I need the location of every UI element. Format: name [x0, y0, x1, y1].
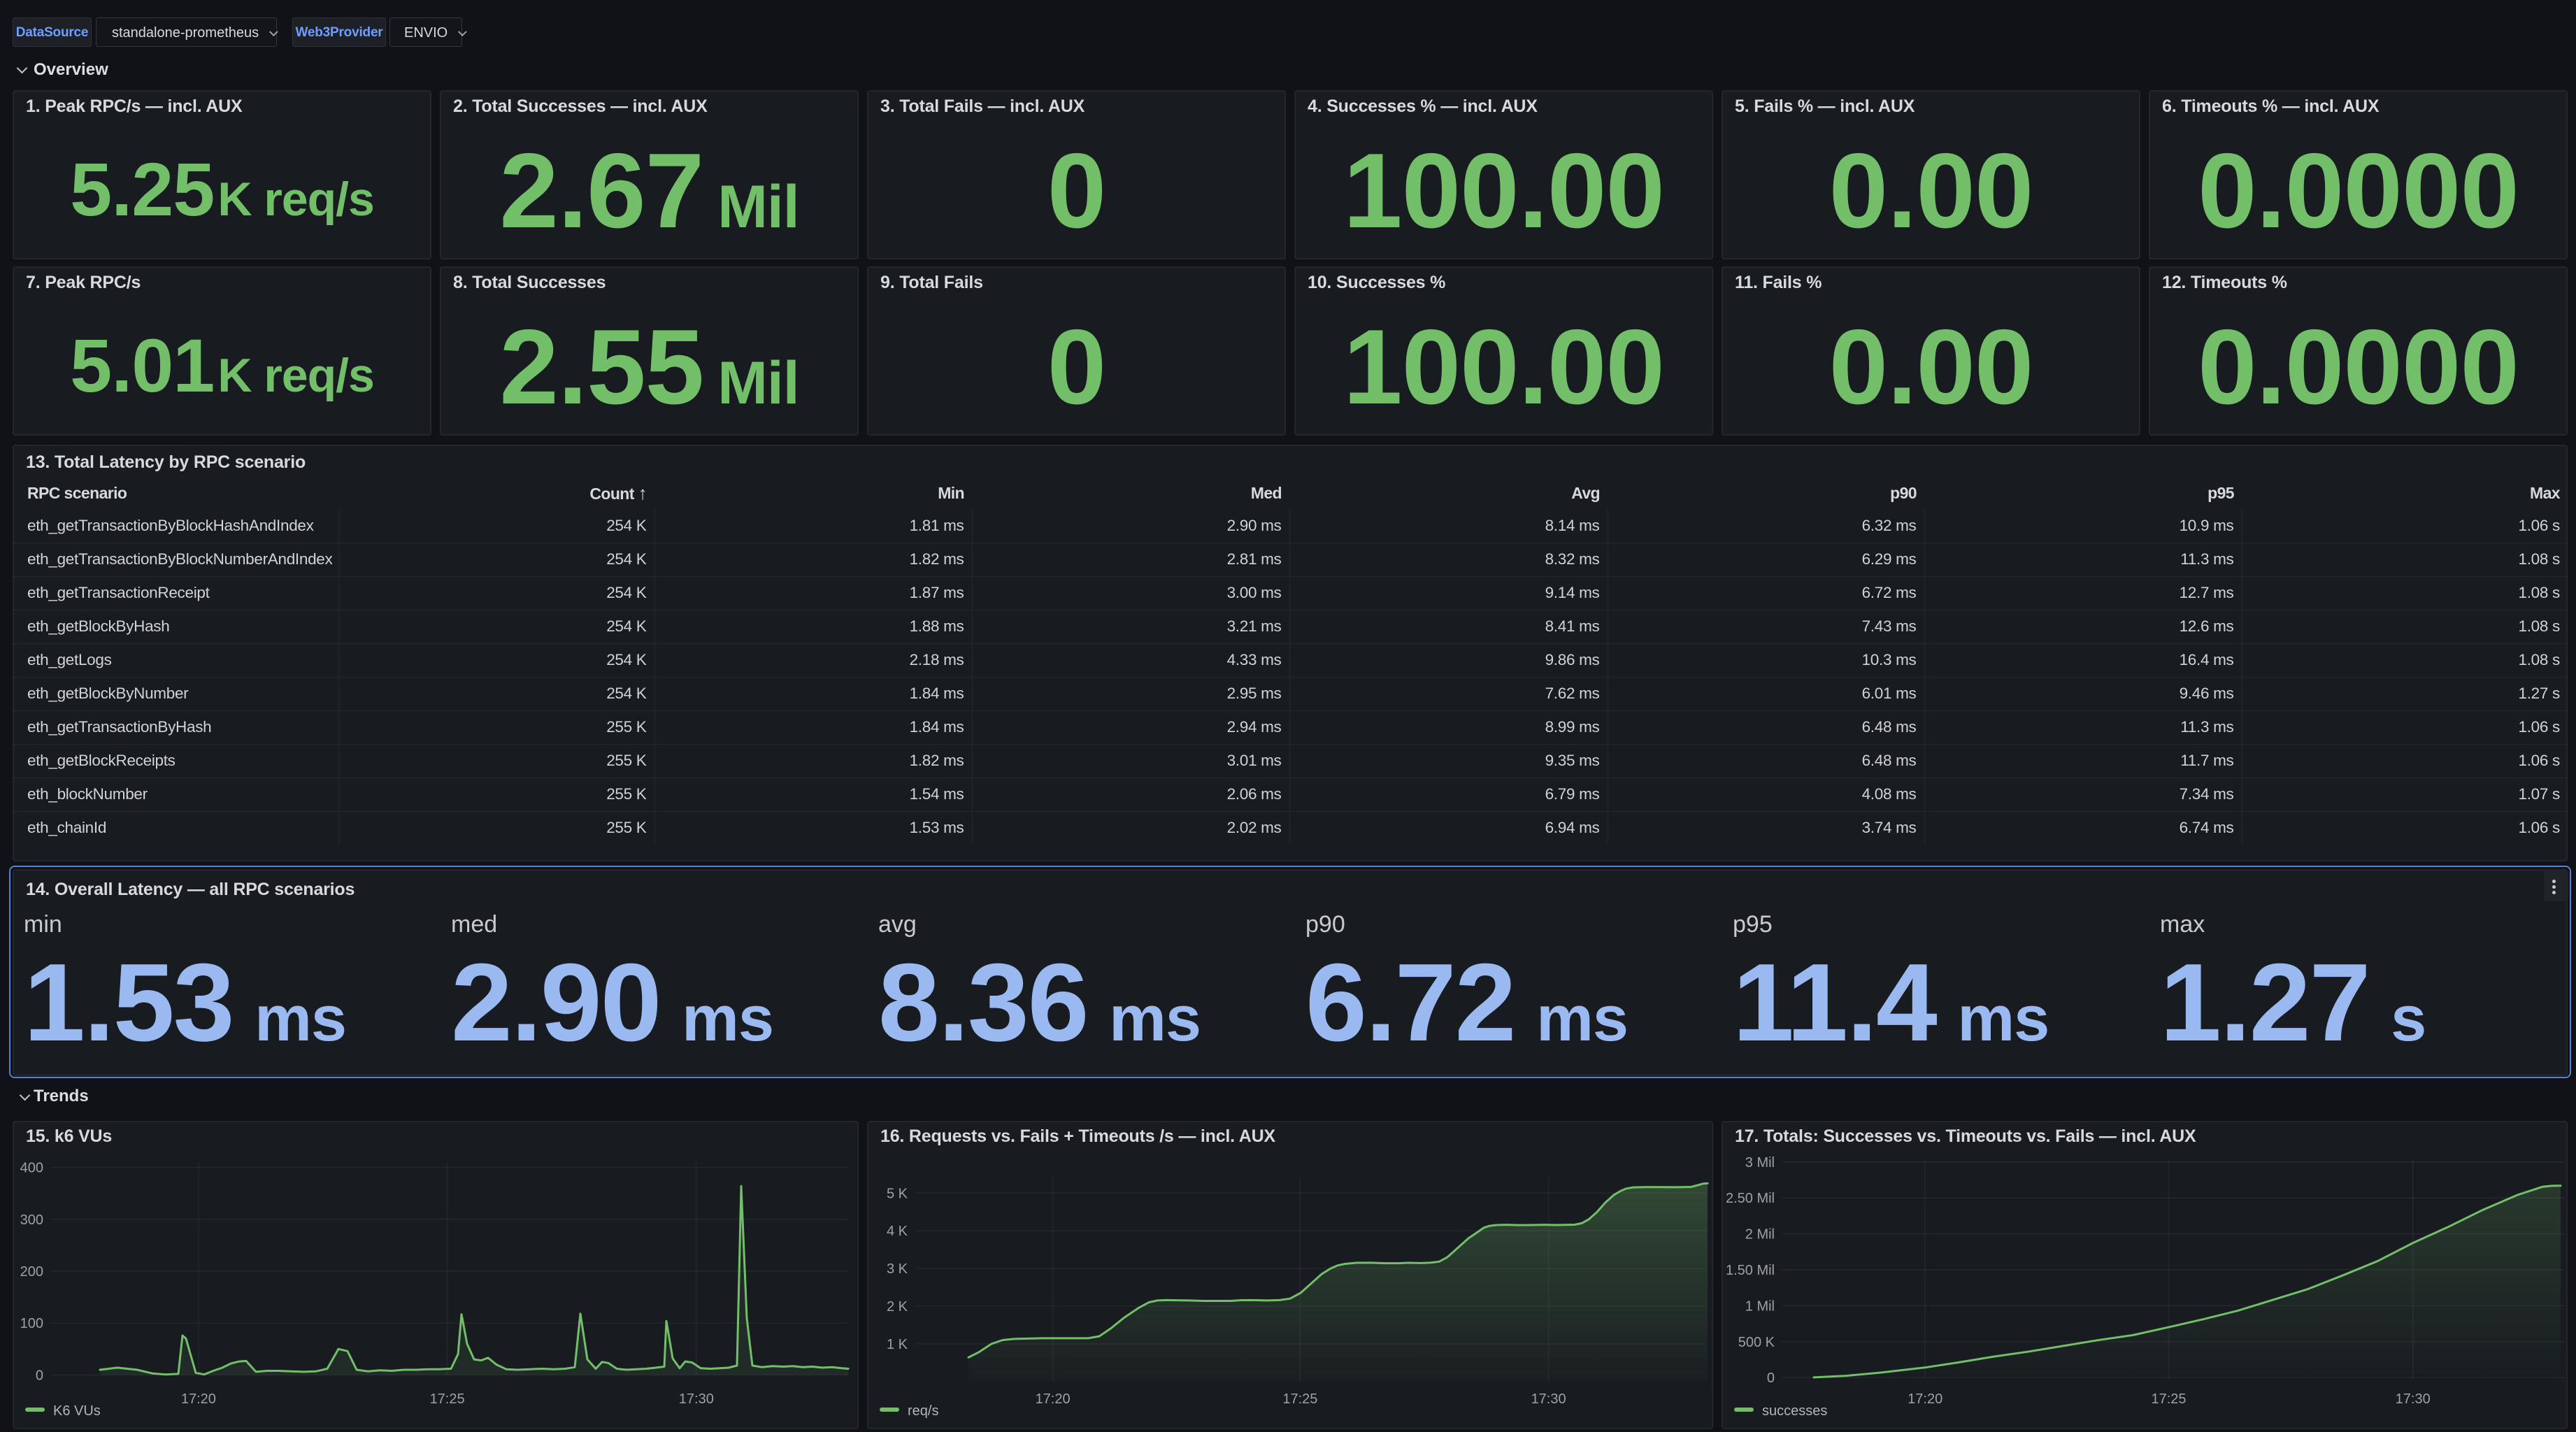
svg-text:2 K: 2 K [887, 1299, 908, 1315]
svg-text:17:20: 17:20 [181, 1391, 216, 1407]
svg-text:17:30: 17:30 [2396, 1391, 2431, 1407]
svg-text:200: 200 [20, 1264, 43, 1280]
svg-text:successes: successes [1762, 1403, 1827, 1419]
svg-text:100: 100 [20, 1316, 43, 1331]
svg-text:1.50 Mil: 1.50 Mil [1726, 1263, 1775, 1278]
svg-text:17:30: 17:30 [679, 1391, 714, 1407]
svg-text:2 Mil: 2 Mil [1745, 1227, 1775, 1243]
svg-text:0: 0 [1767, 1370, 1775, 1386]
svg-text:req/s: req/s [908, 1403, 938, 1419]
svg-text:0: 0 [36, 1368, 43, 1383]
svg-text:17:25: 17:25 [430, 1391, 465, 1407]
svg-text:3 K: 3 K [887, 1261, 908, 1277]
svg-text:17:25: 17:25 [1282, 1391, 1317, 1407]
svg-text:400: 400 [20, 1161, 43, 1176]
svg-text:17:20: 17:20 [1036, 1391, 1071, 1407]
svg-text:K6 VUs: K6 VUs [53, 1403, 101, 1419]
svg-text:17:20: 17:20 [1908, 1391, 1942, 1407]
svg-text:1 K: 1 K [887, 1337, 908, 1352]
svg-text:17:30: 17:30 [1531, 1391, 1566, 1407]
svg-text:4 K: 4 K [887, 1224, 908, 1239]
svg-text:300: 300 [20, 1212, 43, 1228]
svg-text:1 Mil: 1 Mil [1745, 1298, 1775, 1314]
svg-text:2.50 Mil: 2.50 Mil [1726, 1191, 1775, 1206]
svg-text:5 K: 5 K [887, 1186, 908, 1201]
svg-text:3 Mil: 3 Mil [1745, 1155, 1775, 1170]
svg-text:500 K: 500 K [1738, 1335, 1775, 1350]
svg-text:17:25: 17:25 [2151, 1391, 2186, 1407]
